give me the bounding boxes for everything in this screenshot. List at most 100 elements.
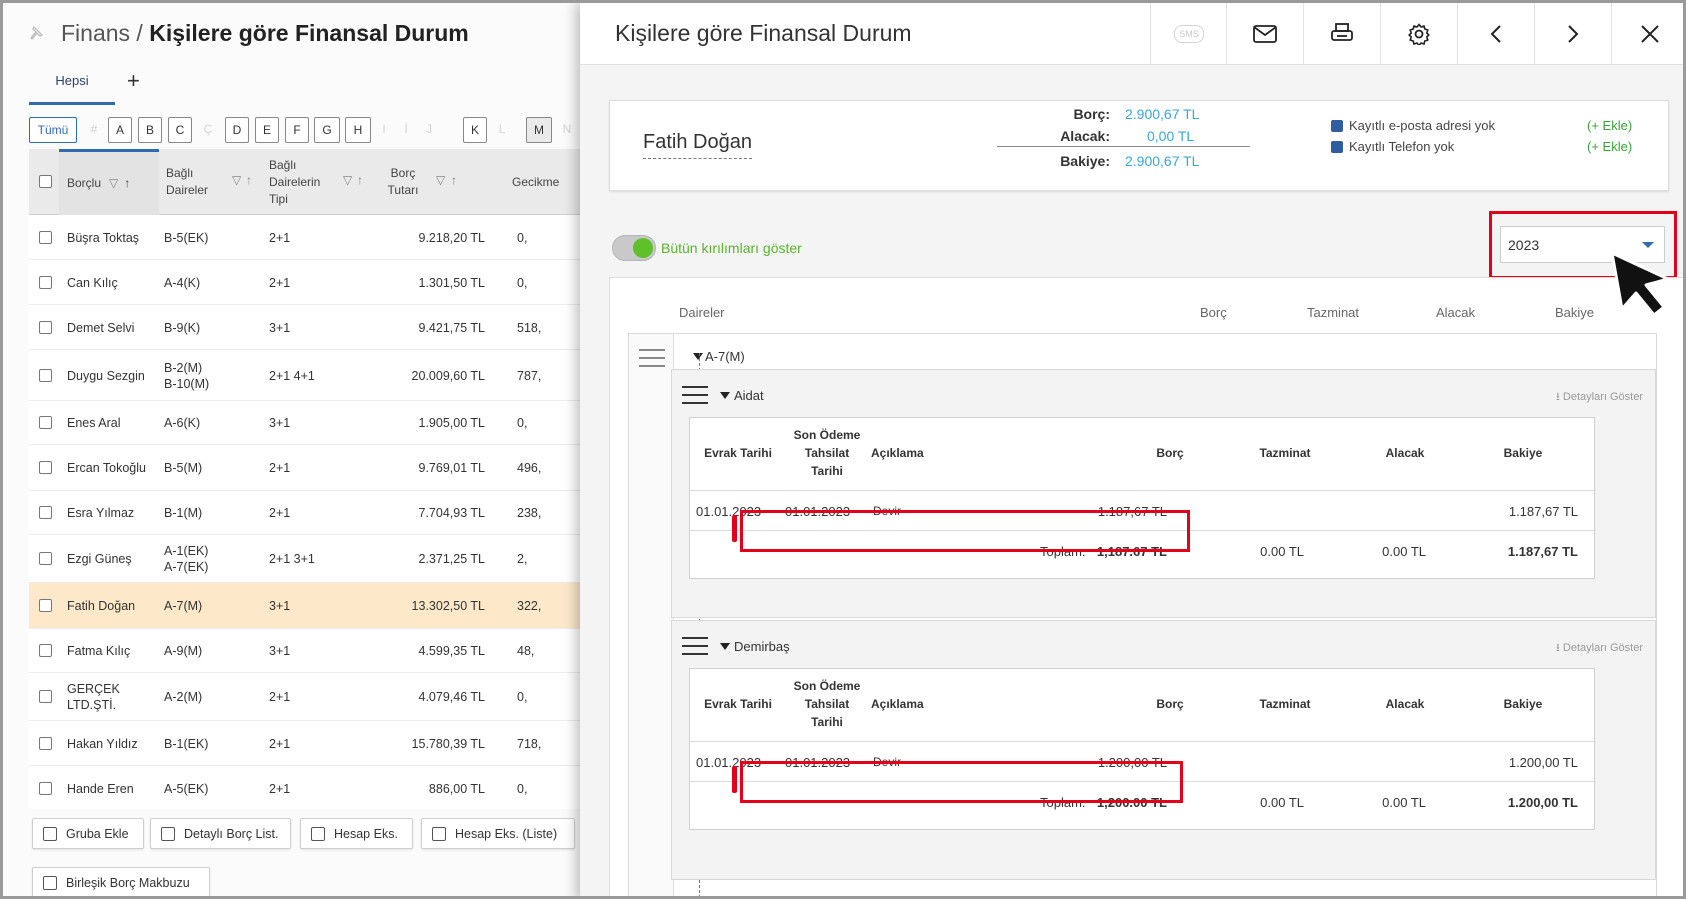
- show-details-button[interactable]: ⭳ Detayları Göster: [1556, 639, 1643, 658]
- row-checkbox[interactable]: [39, 230, 52, 244]
- cell-borc: 9.218,20 TL: [418, 230, 486, 245]
- table-row[interactable]: Enes Aral A-6(K) 3+1 1.905,00 TL 0,: [29, 401, 593, 445]
- select-all-checkbox[interactable]: [39, 175, 52, 188]
- table-row[interactable]: Hande Eren A-5(EK) 2+1 886,00 TL 0,: [29, 766, 593, 809]
- sms-button[interactable]: SMS: [1150, 3, 1227, 65]
- add-tab-button[interactable]: +: [127, 68, 147, 94]
- screen: Finans / Kişilere göre Finansal Durum He…: [0, 0, 1686, 899]
- section-name: Demirbaş: [734, 639, 790, 654]
- drag-handle-icon[interactable]: [639, 349, 665, 367]
- row-checkbox[interactable]: [39, 781, 52, 795]
- letter-filter-d[interactable]: D: [225, 117, 249, 143]
- cell-tipi: 2+1: [269, 506, 291, 520]
- table-row[interactable]: Hakan Yıldız B-1(EK) 2+1 15.780,39 TL 718,: [29, 721, 593, 766]
- table-row[interactable]: Duygu Sezgin B-2(M) B-10(M) 2+1 4+1 20.009,…: [29, 350, 593, 401]
- row-checkbox[interactable]: [39, 461, 52, 474]
- table-row[interactable]: Can Kılıç A-4(K) 2+1 1.301,50 TL 0,: [29, 260, 593, 305]
- letter-filter-f[interactable]: F: [285, 117, 309, 143]
- table-row[interactable]: Fatih Doğan A-7(M) 3+1 13.302,50 TL 322,: [29, 583, 593, 629]
- print-button[interactable]: [1303, 3, 1380, 65]
- row-checkbox[interactable]: [39, 552, 52, 565]
- row-checkbox[interactable]: [39, 416, 52, 429]
- sort-up-icon[interactable]: ↑: [357, 173, 363, 187]
- printer-icon: [1331, 23, 1353, 41]
- table-row[interactable]: Büşra Toktaş B-5(EK) 2+1 9.218,20 TL 0,: [29, 215, 593, 260]
- account-extract-button[interactable]: Hesap Eks.: [300, 818, 413, 849]
- panel-title: Kişilere göre Finansal Durum: [615, 20, 912, 46]
- detail-list-button[interactable]: Detaylı Borç List.: [150, 818, 291, 849]
- cell-tipi: 2+1: [269, 690, 291, 704]
- show-all-breakdowns-label[interactable]: Bütün kırılımları göster: [661, 240, 802, 256]
- breadcrumb-module[interactable]: Finans: [61, 20, 130, 46]
- letter-filter-n: N: [562, 122, 572, 136]
- download-icon: ⭳: [1556, 391, 1563, 403]
- table-row[interactable]: Ezgi Güneş A-1(EK) A-7(EK) 2+1 3+1 2.371,25…: [29, 535, 593, 583]
- row-checkbox[interactable]: [39, 690, 52, 703]
- table-row[interactable]: Fatma Kılıç A-9(M) 3+1 4.599,35 TL 48,: [29, 629, 593, 673]
- letter-filter-b[interactable]: B: [138, 117, 162, 143]
- cell-gecikme: 2,: [517, 552, 528, 566]
- letter-filter-m[interactable]: M: [526, 117, 552, 143]
- cell-borc: 7.704,93 TL: [418, 506, 486, 520]
- sort-up-icon[interactable]: ↑: [246, 173, 252, 187]
- letter-filter-all[interactable]: Tümü: [29, 117, 77, 143]
- row-checkbox[interactable]: [39, 368, 52, 382]
- table-row[interactable]: GERÇEK LTD.ŞTİ. A-2(M) 2+1 4.079,46 TL 0,: [29, 673, 593, 721]
- row-checkbox[interactable]: [39, 506, 52, 519]
- show-details-button[interactable]: ⭳ Detayları Göster: [1556, 388, 1643, 407]
- previous-button[interactable]: [1457, 3, 1534, 65]
- group-add-button[interactable]: Gruba Ekle: [32, 818, 144, 849]
- row-checkbox[interactable]: [39, 736, 52, 750]
- column-daireler[interactable]: Bağlı Daireler: [166, 149, 224, 215]
- pin-icon[interactable]: [28, 25, 46, 43]
- letter-filter-h[interactable]: H: [345, 117, 371, 143]
- add-phone-link[interactable]: (+ Ekle): [1587, 139, 1632, 154]
- tab-hepsi[interactable]: Hepsi: [29, 71, 115, 105]
- account-extract-list-button[interactable]: Hesap Eks. (Liste): [421, 818, 575, 849]
- col-tazminat: Tazminat: [1307, 305, 1360, 320]
- row-checkbox[interactable]: [39, 644, 52, 657]
- row-checkbox[interactable]: [39, 275, 52, 289]
- caret-down-icon[interactable]: [693, 353, 703, 360]
- filter-icon[interactable]: ▽: [232, 173, 241, 187]
- add-email-link[interactable]: (+ Ekle): [1587, 118, 1632, 133]
- borc-label: Borç:: [1073, 106, 1110, 122]
- next-button[interactable]: [1534, 3, 1611, 65]
- filter-icon[interactable]: ▽: [343, 173, 352, 187]
- sort-up-icon[interactable]: ↑: [124, 175, 130, 192]
- letter-filter-e[interactable]: E: [255, 117, 279, 143]
- filter-icon[interactable]: ▽: [109, 175, 118, 192]
- letter-filter-g[interactable]: G: [314, 117, 340, 143]
- sort-up-icon[interactable]: ↑: [451, 173, 457, 187]
- cell-borclu: Can Kılıç: [67, 275, 118, 290]
- column-tipi[interactable]: Bağlı Dairelerin Tipi: [269, 149, 329, 215]
- bakiye-value: 2.900,67 TL: [1125, 153, 1200, 169]
- caret-down-icon[interactable]: [720, 643, 730, 650]
- table-row[interactable]: Esra Yılmaz B-1(M) 2+1 7.704,93 TL 238,: [29, 491, 593, 535]
- caret-down-icon[interactable]: [720, 392, 730, 399]
- settings-button[interactable]: [1380, 3, 1457, 65]
- drag-handle-icon[interactable]: [682, 637, 708, 655]
- row-checkbox[interactable]: [39, 599, 52, 612]
- cell-gecikme: 0,: [517, 690, 528, 704]
- column-gecikme[interactable]: Gecikme: [512, 149, 572, 215]
- filter-icon[interactable]: ▽: [436, 173, 445, 187]
- table-row[interactable]: Ercan Tokoğlu B-5(M) 2+1 9.769,01 TL 496,: [29, 445, 593, 491]
- table-row[interactable]: Demet Selvi B-9(K) 3+1 9.421,75 TL 518,: [29, 305, 593, 350]
- letter-filter-i: I: [382, 122, 386, 136]
- cell-borclu: Enes Aral: [67, 416, 121, 430]
- cell-borc: 1.905,00 TL: [418, 416, 486, 430]
- show-all-breakdowns-toggle[interactable]: [612, 235, 656, 261]
- column-borclu[interactable]: Borçlu ▽ ↑: [59, 149, 159, 215]
- drag-handle-icon[interactable]: [682, 386, 708, 404]
- letter-filter-c[interactable]: C: [168, 117, 192, 143]
- email-button[interactable]: [1226, 3, 1303, 65]
- close-button[interactable]: [1611, 3, 1683, 65]
- person-name[interactable]: Fatih Doğan: [643, 131, 752, 159]
- letter-filter-k[interactable]: K: [463, 117, 487, 143]
- combined-receipt-button[interactable]: Birleşik Borç Makbuzu: [32, 867, 210, 896]
- cell-gecikme: 496,: [517, 461, 542, 475]
- row-checkbox[interactable]: [39, 320, 52, 334]
- column-borc[interactable]: Borç Tutarı: [381, 149, 425, 215]
- letter-filter-a[interactable]: A: [108, 117, 132, 143]
